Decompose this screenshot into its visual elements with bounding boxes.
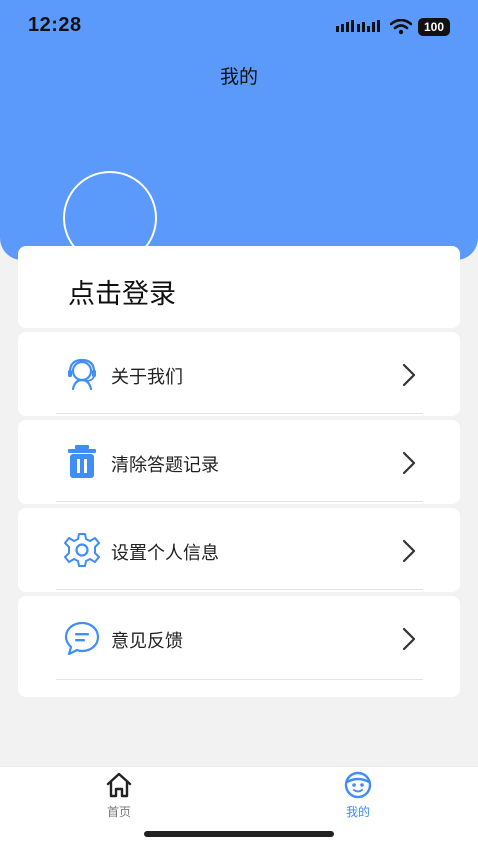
menu-divider (56, 413, 423, 414)
menu-item-feedback[interactable]: 意见反馈 (18, 596, 460, 680)
status-bar: 12:28 100 (0, 0, 478, 54)
chevron-right-icon (402, 451, 416, 475)
chevron-right-icon (402, 627, 416, 651)
trash-icon (68, 445, 96, 478)
tab-bar: 首页 我的 (0, 766, 478, 850)
support-agent-icon (68, 358, 96, 391)
menu-item-personal-settings[interactable]: 设置个人信息 (18, 508, 460, 592)
home-icon (106, 772, 132, 798)
tab-mine-label: 我的 (345, 805, 370, 819)
menu-item-label: 关于我们 (111, 367, 183, 388)
chat-bubble-icon (64, 621, 100, 656)
menu-item-label: 设置个人信息 (111, 543, 219, 564)
chevron-right-icon (402, 539, 416, 563)
home-indicator (144, 831, 334, 837)
avatar[interactable] (63, 171, 157, 265)
login-card[interactable]: 点击登录 (18, 246, 460, 328)
tab-mine[interactable]: 我的 (318, 767, 398, 827)
menu-card-clear: 清除答题记录 (18, 420, 460, 504)
gear-icon (64, 533, 100, 567)
status-time: 12:28 (28, 14, 82, 36)
page-title: 我的 (219, 66, 258, 88)
menu-item-about-us[interactable]: 关于我们 (18, 332, 460, 416)
menu-item-label: 清除答题记录 (111, 455, 219, 476)
chevron-right-icon (402, 363, 416, 387)
signal-icon (336, 20, 380, 32)
menu-item-clear-records[interactable]: 清除答题记录 (18, 420, 460, 504)
menu-divider (56, 679, 423, 680)
wifi-icon (390, 19, 412, 35)
tab-home[interactable]: 首页 (79, 767, 159, 827)
menu-divider (56, 501, 423, 502)
login-label[interactable]: 点击登录 (68, 272, 176, 311)
menu-card-about: 关于我们 (18, 332, 460, 416)
battery-icon: 100 (418, 18, 450, 36)
menu-divider (56, 589, 423, 590)
tab-home-label: 首页 (106, 805, 131, 819)
menu-card-settings: 设置个人信息 (18, 508, 460, 592)
profile-face-icon (344, 771, 372, 799)
menu-item-label: 意见反馈 (111, 631, 183, 652)
status-icons: 100 (336, 18, 450, 36)
menu-card-feedback: 意见反馈 (18, 596, 460, 697)
